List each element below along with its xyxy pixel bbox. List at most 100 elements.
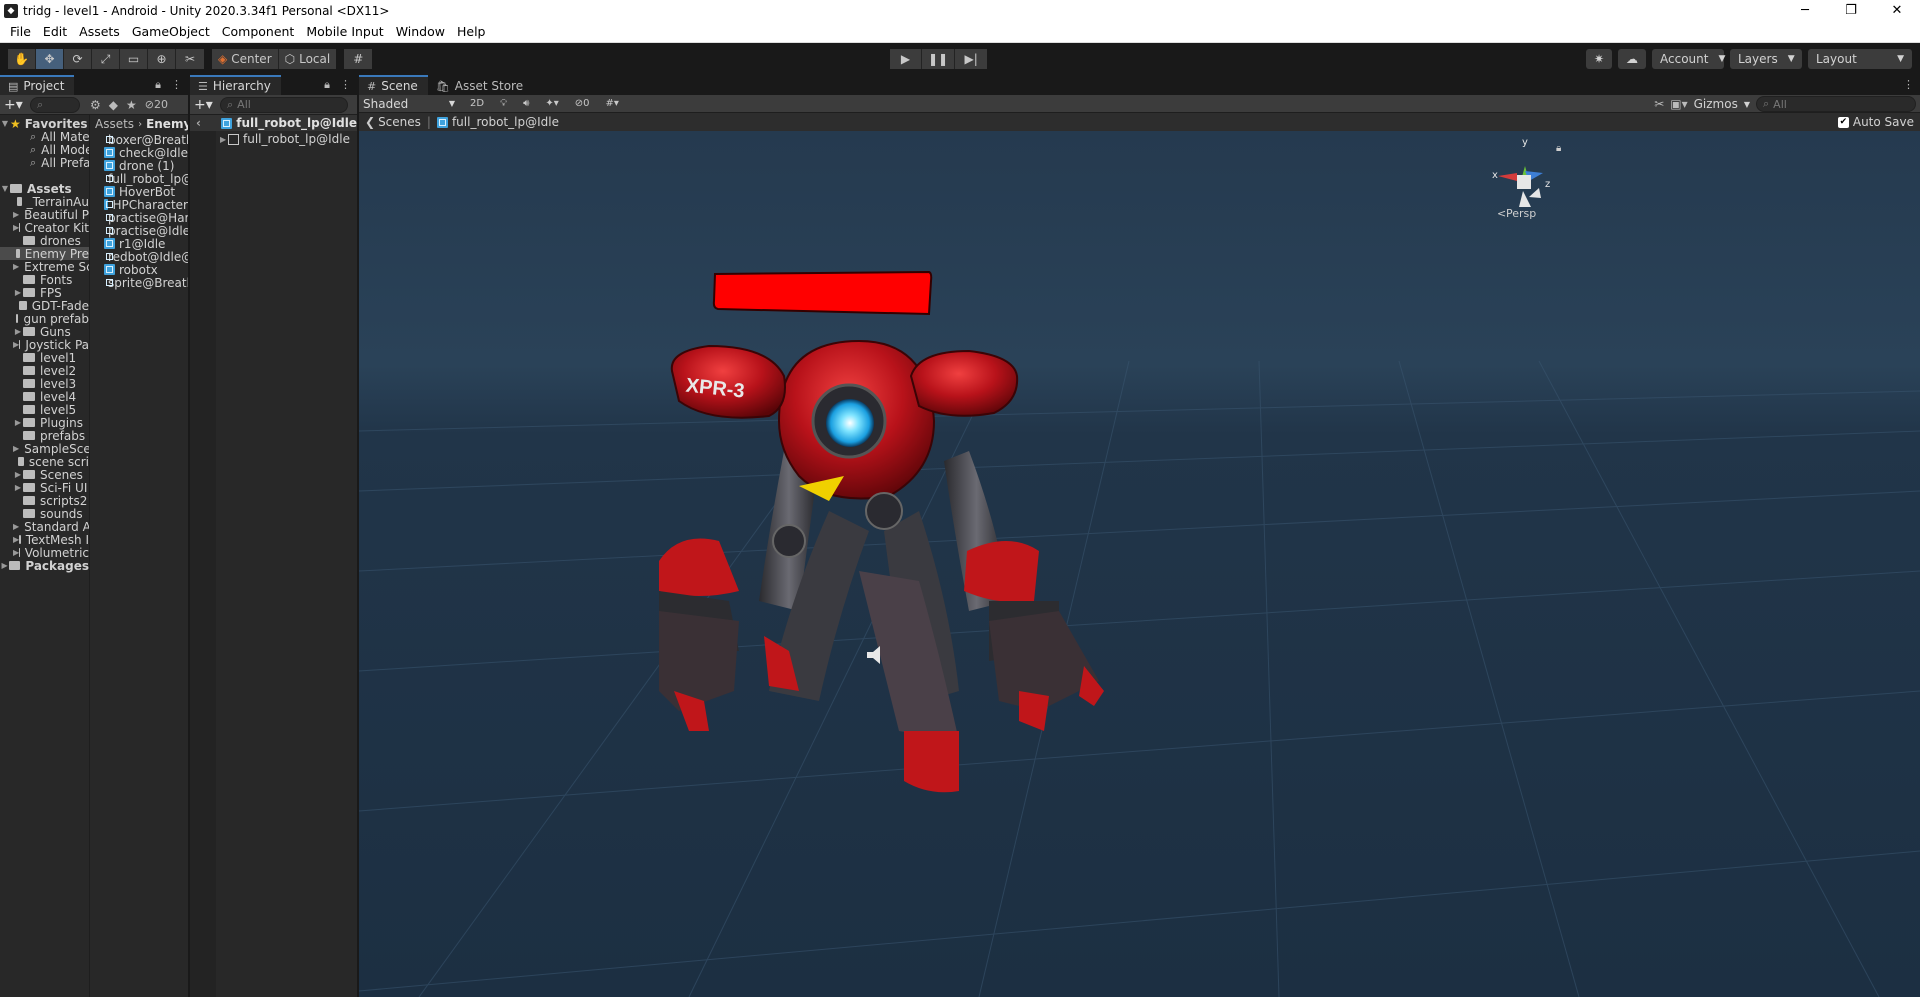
cloud-icon[interactable]: ☁	[1618, 49, 1646, 69]
folder-item[interactable]: ▶ Beautiful P	[0, 208, 89, 222]
gizmos-dropdown[interactable]: Gizmos ▼	[1694, 97, 1750, 111]
folder-item[interactable]: GDT-Fade	[0, 299, 89, 313]
hidden-objects-toggle[interactable]: ⊘ 0	[570, 97, 595, 111]
tab-scene[interactable]: # Scene	[359, 75, 428, 95]
menu-file[interactable]: File	[4, 24, 37, 39]
layers-dropdown[interactable]: Layers ▼	[1730, 49, 1802, 69]
breadcrumb-assets[interactable]: Assets	[95, 117, 134, 131]
filter-label-icon[interactable]: ◆	[109, 98, 118, 112]
folder-item[interactable]: scripts2	[0, 494, 89, 508]
folder-item[interactable]: level4	[0, 390, 89, 404]
chevron-right-icon[interactable]: ▶	[13, 262, 19, 271]
scene-viewport[interactable]: XPR-3 y x z 🔒︎ Persp <	[359, 131, 1920, 997]
menu-component[interactable]: Component	[216, 24, 301, 39]
folder-item[interactable]: ▶ Standard A	[0, 520, 89, 534]
chevron-right-icon[interactable]: ▶	[0, 561, 9, 570]
folder-item[interactable]: ▶ Volumetric	[0, 546, 89, 560]
step-icon[interactable]: ▶|	[955, 49, 988, 69]
close-icon[interactable]: ✕	[1874, 0, 1920, 21]
breadcrumb-prefab[interactable]: full_robot_lp@Idle	[452, 115, 559, 129]
favorite-item[interactable]: ⌕ All Models	[0, 143, 89, 157]
menu-edit[interactable]: Edit	[37, 24, 73, 39]
hierarchy-item[interactable]: ▶ full_robot_lp@Idle	[190, 131, 357, 147]
hidden-packages-icon[interactable]: ⊘20	[145, 98, 168, 111]
folder-item[interactable]: ▶ Extreme Sc	[0, 260, 89, 274]
tab-asset-store[interactable]: 🛍︎ Asset Store	[427, 75, 534, 95]
menu-assets[interactable]: Assets	[73, 24, 126, 39]
asset-item[interactable]: drone (1)	[91, 159, 188, 173]
scene-search-input[interactable]: ⌕ All	[1756, 96, 1916, 112]
folder-item[interactable]: ▶ Sci-Fi UI	[0, 481, 89, 495]
grid-visibility-icon[interactable]: #▾	[601, 97, 624, 111]
folder-item[interactable]: drones	[0, 234, 89, 248]
lock-icon[interactable]: 🔒︎	[324, 78, 330, 92]
grid-snap-icon[interactable]: #	[344, 49, 373, 69]
filter-type-icon[interactable]: ⚙	[90, 98, 101, 112]
lighting-icon[interactable]: 💡︎	[495, 97, 512, 111]
folder-item[interactable]: ▶ Plugins	[0, 416, 89, 430]
audio-icon[interactable]: 🔊︎	[518, 97, 534, 111]
chevron-right-icon[interactable]: ▶	[13, 418, 23, 427]
project-search-input[interactable]: ⌕	[30, 96, 80, 113]
favorite-item[interactable]: ⌕ All Materia	[0, 130, 89, 144]
rect-tool-icon[interactable]: ▭	[120, 49, 148, 69]
menu-window[interactable]: Window	[390, 24, 451, 39]
asset-item[interactable]: practise@Hard	[91, 211, 188, 225]
folder-item[interactable]: level1	[0, 351, 89, 365]
folder-item[interactable]: Enemy Pre	[0, 247, 89, 261]
projection-label[interactable]: Persp	[1506, 207, 1536, 220]
collab-icon[interactable]: ✷	[1585, 49, 1612, 69]
lock-icon[interactable]: 🔒︎	[155, 78, 161, 92]
folder-item[interactable]: prefabs	[0, 429, 89, 443]
menu-gameobject[interactable]: GameObject	[126, 24, 216, 39]
move-tool-icon[interactable]: ✥	[36, 49, 64, 69]
favorite-star-icon[interactable]: ★	[126, 98, 137, 112]
breadcrumb-scenes[interactable]: Scenes	[378, 115, 421, 129]
asset-item[interactable]: practise@Idle@	[91, 224, 188, 238]
kebab-menu-icon[interactable]: ⋮	[340, 78, 351, 92]
asset-item[interactable]: r1@Idle	[91, 237, 188, 251]
folder-item[interactable]: ▶ SampleSce	[0, 442, 89, 456]
tools-icon[interactable]: ✂	[1654, 97, 1664, 111]
chevron-right-icon[interactable]: ▶	[13, 444, 19, 453]
menu-mobile-input[interactable]: Mobile Input	[300, 24, 389, 39]
lock-icon[interactable]: 🔒︎	[1556, 143, 1561, 154]
camera-icon[interactable]: ▣▾	[1670, 97, 1687, 111]
tab-hierarchy[interactable]: ☰ Hierarchy	[190, 75, 281, 95]
folder-item[interactable]: _TerrainAu	[0, 195, 89, 209]
folder-item[interactable]: ▶ TextMesh I	[0, 533, 89, 547]
folder-item[interactable]: ▶ Scenes	[0, 468, 89, 482]
folder-item[interactable]: scene scri	[0, 455, 89, 469]
folder-item[interactable]: gun prefab	[0, 312, 89, 326]
chevron-right-icon[interactable]: ▶	[13, 483, 23, 492]
asset-item[interactable]: sprite@Breathi	[91, 276, 188, 290]
rotate-tool-icon[interactable]: ⟳	[64, 49, 92, 69]
folder-item[interactable]: Fonts	[0, 273, 89, 287]
create-button[interactable]: +▾	[194, 97, 220, 113]
folder-item[interactable]: ▶ Joystick Pa	[0, 338, 89, 352]
kebab-menu-icon[interactable]: ⋮	[1903, 78, 1914, 91]
asset-item[interactable]: boxer@Breathi	[91, 133, 188, 147]
kebab-menu-icon[interactable]: ⋮	[171, 78, 182, 92]
pivot-local-button[interactable]: ⬡ Local	[278, 49, 337, 69]
folder-item[interactable]: level5	[0, 403, 89, 417]
menu-help[interactable]: Help	[451, 24, 492, 39]
chevron-right-icon[interactable]: ▶	[13, 522, 19, 531]
custom-tool-icon[interactable]: ✂	[176, 49, 204, 69]
tab-project[interactable]: ▤ Project	[0, 75, 75, 95]
chevron-down-icon[interactable]: ▼	[0, 119, 10, 128]
packages-root[interactable]: ▶ Packages	[0, 559, 89, 573]
asset-item[interactable]: check@Idle	[91, 146, 188, 160]
asset-item[interactable]: HPCharacter	[91, 198, 188, 212]
back-arrow-icon[interactable]: ‹	[196, 116, 221, 130]
asset-item[interactable]: full_robot_lp@Id	[91, 172, 188, 186]
chevron-right-icon[interactable]: ▶	[13, 288, 23, 297]
chevron-down-icon[interactable]: ▼	[0, 184, 10, 193]
breadcrumb-current[interactable]: Enemy Pre	[146, 117, 188, 131]
scale-tool-icon[interactable]: ⤢	[92, 49, 120, 69]
restore-icon[interactable]: ❐	[1828, 0, 1874, 21]
pivot-center-button[interactable]: ◈ Center	[212, 49, 279, 69]
folder-item[interactable]: sounds	[0, 507, 89, 521]
pause-icon[interactable]: ❚❚	[922, 49, 956, 69]
assets-root[interactable]: ▼ Assets	[0, 182, 89, 196]
